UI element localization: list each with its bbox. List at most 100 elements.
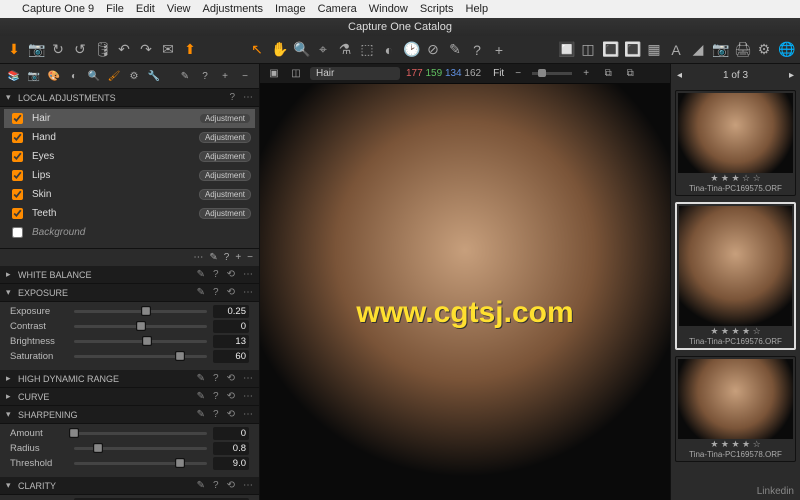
thumbnail-rating[interactable]: ★ ★ ★ ★ ☆ <box>678 439 793 450</box>
history-icon[interactable]: 🕑 <box>403 41 419 58</box>
slider-track[interactable] <box>74 355 207 358</box>
thumbnail-rating[interactable]: ★ ★ ★ ★ ☆ <box>679 326 792 337</box>
panel-exposure-header[interactable]: ▾EXPOSURE✎?⟲⋯ <box>0 284 259 302</box>
slider-track[interactable] <box>74 340 207 343</box>
export-icon[interactable]: ⬆ <box>182 41 198 58</box>
menu-window[interactable]: Window <box>369 3 408 15</box>
panel-help-icon[interactable]: ? <box>213 287 219 298</box>
tooltab-help-icon[interactable]: ? <box>197 68 213 84</box>
layer-row[interactable]: TeethAdjustment <box>4 204 255 223</box>
panel-menu-icon[interactable]: ⋯ <box>243 269 253 280</box>
la-remove-icon[interactable]: − <box>247 252 253 263</box>
help-cursor-icon[interactable]: ? <box>469 42 485 58</box>
view-browser-icon[interactable]: 🔳 <box>602 41 618 58</box>
tooltab-output-icon[interactable]: 🔧 <box>146 68 162 84</box>
panel-help-icon[interactable]: ? <box>213 480 219 491</box>
slider-thumb[interactable] <box>142 336 152 346</box>
panel-menu-icon[interactable]: ⋯ <box>243 409 253 420</box>
tooltab-add-icon[interactable]: + <box>217 68 233 84</box>
browser-prev-icon[interactable]: ◂ <box>677 70 682 81</box>
settings-icon[interactable]: ⚙ <box>756 41 772 58</box>
slider-value[interactable]: 0 <box>213 427 249 440</box>
la-add-icon[interactable]: + <box>235 252 241 263</box>
layer-visibility-checkbox[interactable] <box>12 151 23 162</box>
panel-reset-icon[interactable]: ⟲ <box>227 391 235 402</box>
panel-help-icon[interactable]: ? <box>213 409 219 420</box>
slider-thumb[interactable] <box>69 428 79 438</box>
panel-clarity-header[interactable]: ▾CLARITY✎?⟲⋯ <box>0 477 259 495</box>
la-help-icon[interactable]: ? <box>224 252 230 263</box>
panel-reset-icon[interactable]: ⟲ <box>227 480 235 491</box>
cursor-icon[interactable]: ↖ <box>249 41 265 58</box>
zoom-icon[interactable]: 🔍 <box>293 41 309 58</box>
slider-track[interactable] <box>74 447 207 450</box>
tooltab-color-icon[interactable]: 🎨 <box>46 68 62 84</box>
slider-value[interactable]: 0 <box>213 320 249 333</box>
panel-brush-icon[interactable]: ✎ <box>197 480 205 491</box>
tooltab-local-icon[interactable]: 🖌 <box>106 68 122 84</box>
menu-view[interactable]: View <box>167 3 191 15</box>
panel-reset-icon[interactable]: ⟲ <box>227 409 235 420</box>
slider-thumb[interactable] <box>175 351 185 361</box>
panel-menu-icon[interactable]: ⋯ <box>243 287 253 298</box>
panel-brush-icon[interactable]: ✎ <box>197 287 205 298</box>
panel-local-adjustments-header[interactable]: ▾ LOCAL ADJUSTMENTS ? ⋯ <box>0 89 259 107</box>
la-menu-icon[interactable]: ⋯ <box>193 252 203 263</box>
panel-reset-icon[interactable]: ⟲ <box>227 269 235 280</box>
layer-row[interactable]: SkinAdjustment <box>4 185 255 204</box>
tooltab-meta-icon[interactable]: ⚙ <box>126 68 142 84</box>
capture-icon[interactable]: 📷 <box>28 41 44 58</box>
fit-label[interactable]: Fit <box>493 68 504 79</box>
panel-hdr-header[interactable]: ▸HIGH DYNAMIC RANGE✎?⟲⋯ <box>0 370 259 388</box>
thumbnail[interactable]: ★ ★ ★ ★ ☆Tina-Tina-PC169576.ORF <box>675 202 796 350</box>
slider-track[interactable] <box>74 325 207 328</box>
layer-row[interactable]: Background <box>4 223 255 242</box>
panel-white-balance-header[interactable]: ▸WHITE BALANCE✎?⟲⋯ <box>0 266 259 284</box>
slider-thumb[interactable] <box>175 458 185 468</box>
slider-track[interactable] <box>74 310 207 313</box>
slider-value[interactable]: 13 <box>213 335 249 348</box>
layer-visibility-checkbox[interactable] <box>12 227 23 238</box>
slider-value[interactable]: 0.8 <box>213 442 249 455</box>
tooltab-remove-icon[interactable]: − <box>237 68 253 84</box>
panel-reset-icon[interactable]: ⟲ <box>227 373 235 384</box>
panel-brush-icon[interactable]: ✎ <box>197 373 205 384</box>
slider-thumb[interactable] <box>93 443 103 453</box>
menu-camera[interactable]: Camera <box>318 3 357 15</box>
panel-brush-icon[interactable]: ✎ <box>197 409 205 420</box>
slider-track[interactable] <box>74 462 207 465</box>
viewer-mode-icon-b[interactable]: ◫ <box>288 68 304 79</box>
brush-icon[interactable]: ✎ <box>447 41 463 58</box>
tooltab-edit-icon[interactable]: ✎ <box>177 68 193 84</box>
exposure-warning-icon[interactable]: ◢ <box>690 41 706 58</box>
viewer-mode-icon-a[interactable]: ▣ <box>266 68 282 79</box>
panel-brush-icon[interactable]: ✎ <box>197 391 205 402</box>
panel-menu-icon[interactable]: ⋯ <box>243 480 253 491</box>
browser-next-icon[interactable]: ▸ <box>789 70 794 81</box>
wb-icon[interactable]: ⚗ <box>337 41 353 58</box>
redo-icon[interactable]: ↷ <box>138 41 154 58</box>
picker-icon[interactable]: ⌖ <box>315 41 331 58</box>
layer-visibility-checkbox[interactable] <box>12 113 23 124</box>
undo-icon[interactable]: ↶ <box>116 41 132 58</box>
menu-adjustments[interactable]: Adjustments <box>203 3 264 15</box>
rotate-ccw-icon[interactable]: ↺ <box>72 41 88 58</box>
viewer-image[interactable]: www.cgtsj.com <box>260 84 670 500</box>
slider-value[interactable]: 9.0 <box>213 457 249 470</box>
thumbnail[interactable]: ★ ★ ★ ★ ☆Tina-Tina-PC169578.ORF <box>675 356 796 462</box>
menu-file[interactable]: File <box>106 3 124 15</box>
panel-reset-icon[interactable]: ⟲ <box>227 287 235 298</box>
variant-select[interactable]: Hair <box>310 67 400 80</box>
layer-row[interactable]: HandAdjustment <box>4 128 255 147</box>
import-icon[interactable]: ⬇ <box>6 41 22 58</box>
print-icon[interactable]: 🖨 <box>734 41 750 58</box>
layer-visibility-checkbox[interactable] <box>12 170 23 181</box>
layer-visibility-checkbox[interactable] <box>12 132 23 143</box>
layer-row[interactable]: LipsAdjustment <box>4 166 255 185</box>
crop-icon[interactable]: ⬚ <box>359 41 375 58</box>
tooltab-capture-icon[interactable]: 📷 <box>26 68 42 84</box>
slider-thumb[interactable] <box>136 321 146 331</box>
trash-icon[interactable]: 🛢 <box>94 41 110 58</box>
viewer-opt-b-icon[interactable]: ⧉ <box>622 68 638 79</box>
grid-icon[interactable]: ▦ <box>646 41 662 58</box>
